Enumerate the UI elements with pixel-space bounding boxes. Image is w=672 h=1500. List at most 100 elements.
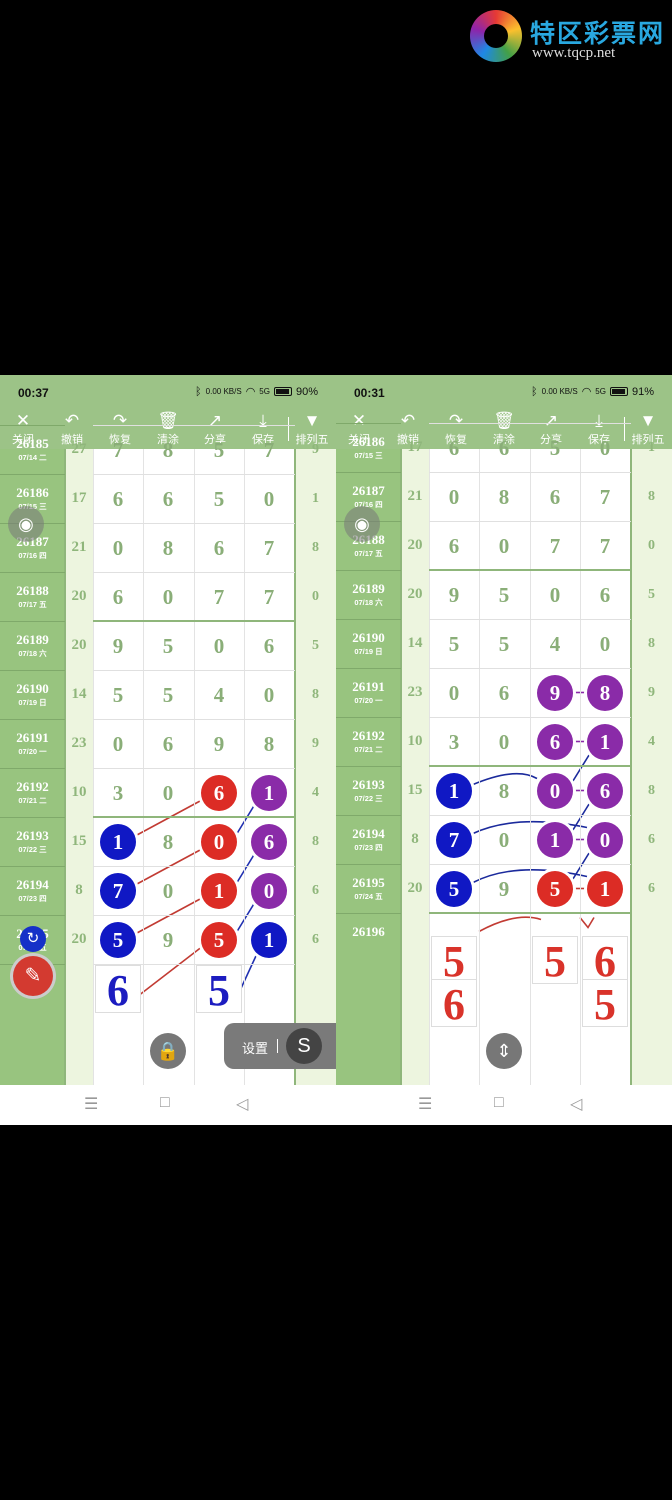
number-ball[interactable]: 7 [100, 872, 136, 909]
digit-cell[interactable]: 0 [244, 487, 294, 512]
number-ball[interactable]: 5 [537, 870, 573, 907]
number-ball[interactable]: 6 [201, 774, 237, 811]
digit-cell[interactable]: 0 [244, 683, 294, 708]
eye-icon[interactable]: ◉ [8, 506, 44, 542]
expand-vertical-icon[interactable]: ⇕ [486, 1033, 522, 1069]
digit-cell[interactable]: 5 [429, 632, 479, 657]
digit-cell[interactable]: 7 [194, 585, 244, 610]
digit-cell[interactable]: 4 [194, 683, 244, 708]
digit-cell[interactable]: 6 [429, 534, 479, 559]
digit-cell[interactable]: 0 [143, 585, 193, 610]
digit-cell[interactable]: 3 [429, 730, 479, 755]
digit-cell[interactable]: 0 [479, 534, 529, 559]
number-ball[interactable]: 8 [587, 674, 623, 711]
digit-cell[interactable]: 6 [143, 487, 193, 512]
digit-cell[interactable]: 5 [194, 438, 244, 463]
digit-cell[interactable]: 9 [194, 732, 244, 757]
digit-cell[interactable]: 0 [530, 583, 580, 608]
number-ball[interactable]: 1 [436, 772, 472, 809]
number-ball[interactable]: 1 [251, 921, 287, 958]
digit-cell[interactable]: 7 [244, 536, 294, 561]
digit-cell[interactable]: 9 [143, 928, 193, 953]
predicted-number[interactable]: 6 [582, 935, 628, 986]
digit-cell[interactable]: 7 [580, 534, 630, 559]
predicted-number[interactable]: 5 [532, 935, 578, 986]
digit-cell[interactable]: 5 [93, 683, 143, 708]
home-nav-button[interactable]: □ [160, 1094, 170, 1112]
digit-cell[interactable]: 6 [93, 487, 143, 512]
digit-cell[interactable]: 6 [580, 583, 630, 608]
digit-cell[interactable]: 7 [93, 438, 143, 463]
digit-cell[interactable]: 6 [429, 436, 479, 461]
predicted-number[interactable]: 5 [196, 964, 242, 1015]
digit-cell[interactable]: 7 [244, 438, 294, 463]
trend-grid[interactable]: 26185 07/14 二 27 9 7 8 5 7 26186 07/15 三 17 1 6 6 5 0 26… [0, 425, 336, 1085]
digit-cell[interactable]: 6 [244, 634, 294, 659]
digit-cell[interactable]: 6 [530, 485, 580, 510]
digit-cell[interactable]: 8 [143, 830, 193, 855]
digit-cell[interactable]: 8 [143, 438, 193, 463]
digit-cell[interactable]: 6 [93, 585, 143, 610]
number-ball[interactable]: 6 [251, 823, 287, 860]
number-ball[interactable]: 6 [587, 772, 623, 809]
digit-cell[interactable]: 0 [143, 879, 193, 904]
back-nav-button[interactable]: ◁ [236, 1094, 248, 1114]
digit-cell[interactable]: 6 [143, 732, 193, 757]
digit-cell[interactable]: 0 [580, 632, 630, 657]
digit-cell[interactable]: 0 [429, 681, 479, 706]
number-ball[interactable]: 0 [251, 872, 287, 909]
predicted-number[interactable]: 5 [431, 935, 477, 986]
number-ball[interactable]: 5 [436, 870, 472, 907]
lock-icon[interactable]: 🔒 [150, 1033, 186, 1069]
digit-cell[interactable]: 8 [479, 779, 529, 804]
digit-cell[interactable]: 0 [479, 730, 529, 755]
eye-icon[interactable]: ◉ [344, 506, 380, 542]
number-ball[interactable]: 5 [201, 921, 237, 958]
trend-grid[interactable]: 2618607/15 三17166502618707/16 四218086726… [336, 423, 672, 1085]
settings-s-button[interactable]: S [286, 1028, 322, 1064]
sync-icon[interactable]: ↻ [20, 926, 46, 952]
number-ball[interactable]: 0 [587, 821, 623, 858]
back-nav-button[interactable]: ◁ [570, 1094, 582, 1114]
digit-cell[interactable]: 6 [194, 536, 244, 561]
digit-cell[interactable]: 5 [530, 436, 580, 461]
digit-cell[interactable]: 5 [143, 634, 193, 659]
digit-cell[interactable]: 0 [93, 732, 143, 757]
digit-cell[interactable]: 7 [244, 585, 294, 610]
digit-cell[interactable]: 5 [143, 683, 193, 708]
number-ball[interactable]: 0 [537, 772, 573, 809]
digit-cell[interactable]: 4 [530, 632, 580, 657]
number-ball[interactable]: 9 [537, 674, 573, 711]
home-nav-button[interactable]: □ [494, 1094, 504, 1112]
digit-cell[interactable]: 3 [93, 781, 143, 806]
digit-cell[interactable]: 6 [479, 436, 529, 461]
number-ball[interactable]: 1 [251, 774, 287, 811]
digit-cell[interactable]: 0 [93, 536, 143, 561]
number-ball[interactable]: 0 [201, 823, 237, 860]
pen-icon[interactable]: ✎ [13, 956, 53, 996]
predicted-number[interactable]: 5 [582, 978, 628, 1029]
digit-cell[interactable]: 6 [479, 681, 529, 706]
digit-cell[interactable]: 9 [93, 634, 143, 659]
digit-cell[interactable]: 8 [479, 485, 529, 510]
number-ball[interactable]: 6 [537, 723, 573, 760]
digit-cell[interactable]: 0 [429, 485, 479, 510]
menu-nav-button[interactable]: ☰ [84, 1094, 98, 1114]
digit-cell[interactable]: 5 [194, 487, 244, 512]
settings-panel[interactable]: 设置 S [224, 1023, 336, 1069]
digit-cell[interactable]: 7 [530, 534, 580, 559]
number-ball[interactable]: 1 [587, 723, 623, 760]
digit-cell[interactable]: 0 [194, 634, 244, 659]
number-ball[interactable]: 7 [436, 821, 472, 858]
digit-cell[interactable]: 9 [429, 583, 479, 608]
digit-cell[interactable]: 7 [580, 485, 630, 510]
digit-cell[interactable]: 8 [244, 732, 294, 757]
digit-cell[interactable]: 5 [479, 583, 529, 608]
predicted-number[interactable]: 6 [431, 978, 477, 1029]
number-ball[interactable]: 1 [537, 821, 573, 858]
number-ball[interactable]: 1 [100, 823, 136, 860]
digit-cell[interactable]: 0 [580, 436, 630, 461]
number-ball[interactable]: 1 [201, 872, 237, 909]
number-ball[interactable]: 1 [587, 870, 623, 907]
predicted-number[interactable]: 6 [95, 964, 141, 1015]
